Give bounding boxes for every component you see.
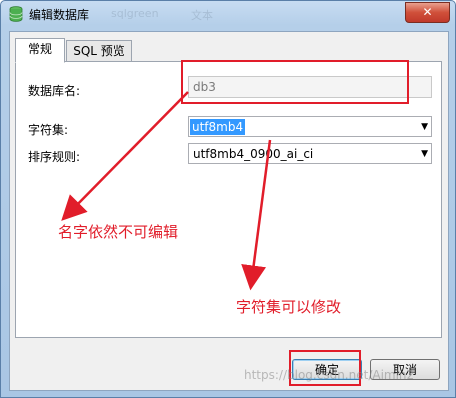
annotation-arrows <box>61 91 272 291</box>
watermark: https://blog.csdn.net/Aimin2 <box>244 368 415 382</box>
annotation-charset-editable: 字符集可以修改 <box>236 298 342 316</box>
arrow-to-name-note <box>61 91 189 221</box>
arrow-to-charset-note <box>241 139 272 291</box>
annotation-name-not-editable: 名字依然不可编辑 <box>58 223 179 241</box>
tab-general-label: 常规 <box>27 42 52 56</box>
tab-general[interactable]: 常规 <box>15 38 65 63</box>
